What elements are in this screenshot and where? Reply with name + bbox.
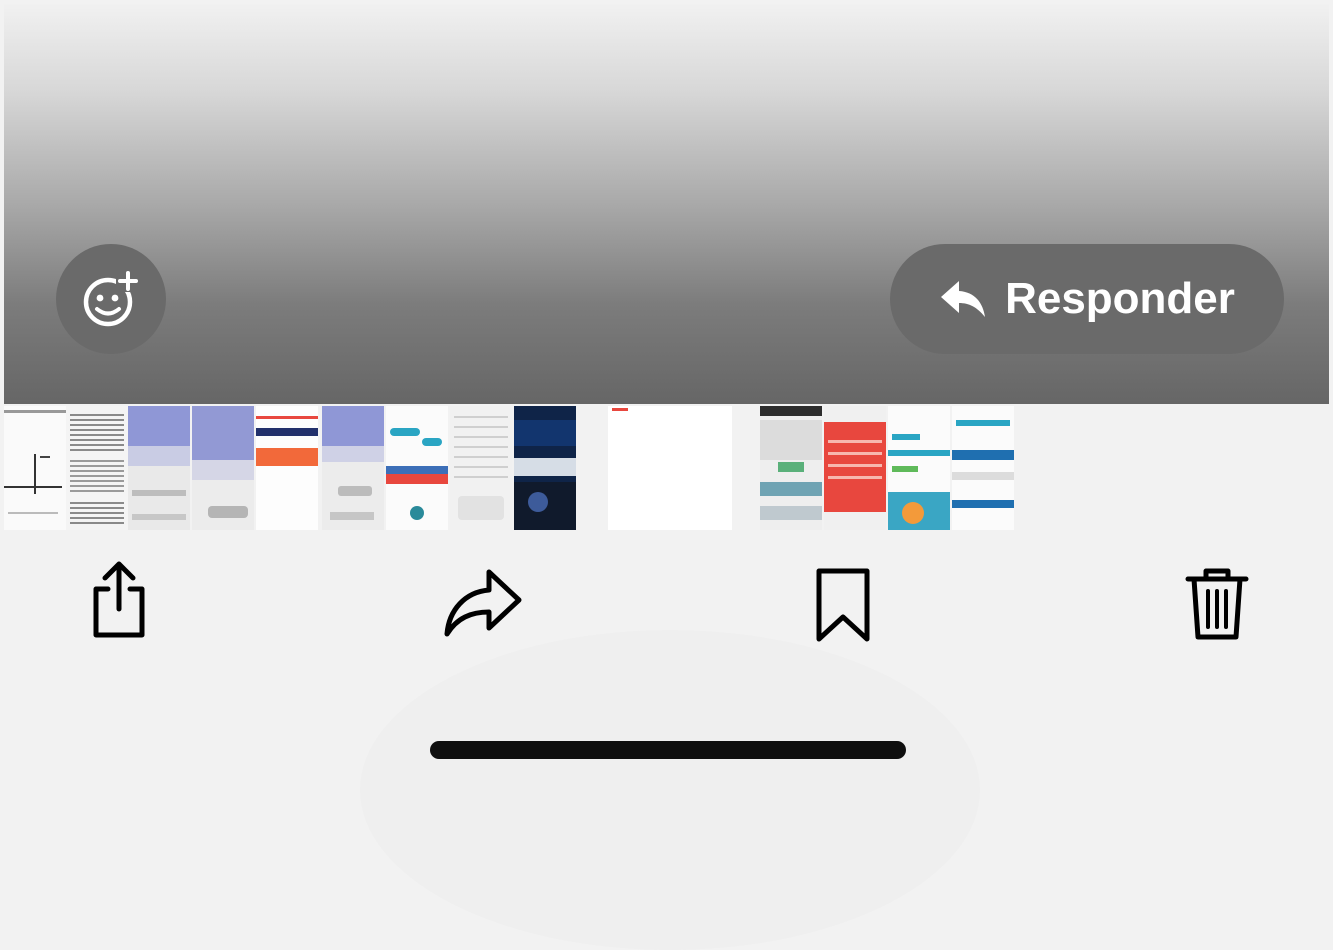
thumb-lavender-3[interactable] [322,406,384,530]
thumbnail-strip [4,406,1329,530]
home-area [360,630,980,950]
add-reaction-button[interactable] [56,244,166,354]
media-viewer: Responder [4,4,1329,404]
reply-arrow-icon [941,281,986,317]
share-button[interactable] [84,558,154,640]
thumb-chat-green[interactable] [888,406,950,530]
thumb-dark-photo[interactable] [514,406,576,530]
forward-icon [444,569,522,637]
thumb-blue-form[interactable] [952,406,1014,530]
thumb-lavender-2[interactable] [192,406,254,530]
thumb-web-page[interactable] [760,406,822,530]
thumb-orange-banner[interactable] [256,406,318,530]
bookmark-icon [816,568,870,642]
home-indicator[interactable] [430,741,906,759]
bookmark-button[interactable] [812,566,874,644]
forward-button[interactable] [440,565,526,639]
trash-icon [1185,568,1249,640]
emoji-plus-icon [83,271,140,327]
reply-button[interactable]: Responder [890,244,1284,354]
thumb-text-doc[interactable] [66,406,128,530]
thumb-blank-page[interactable] [608,406,732,530]
thumb-settings[interactable] [450,406,512,530]
thumb-lavender-1[interactable] [128,406,190,530]
delete-button[interactable] [1182,564,1252,642]
thumb-red-slide[interactable] [824,406,886,530]
reply-label: Responder [1005,274,1235,323]
share-icon [93,561,145,638]
thumb-chart[interactable] [4,406,66,530]
thumb-chat-teal[interactable] [386,406,448,530]
